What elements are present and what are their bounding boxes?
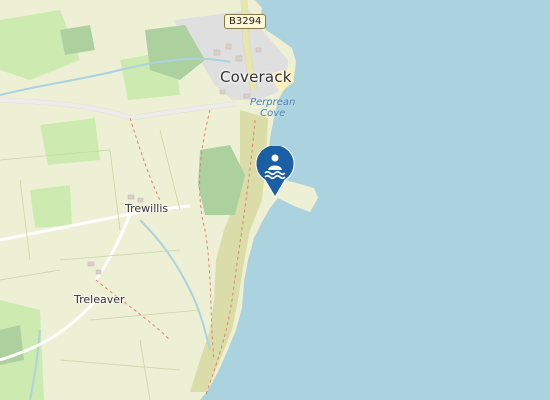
map-tiles xyxy=(0,0,550,400)
place-label-coverack: Coverack xyxy=(220,68,292,86)
bay-label-line2: Cove xyxy=(260,108,286,119)
road-ref-shield: B3294 xyxy=(224,14,267,29)
map-view[interactable]: B3294 Coverack Perprean Cove Trewillis T… xyxy=(0,0,550,400)
location-marker[interactable] xyxy=(255,144,295,198)
grass-field xyxy=(40,118,100,165)
woodland xyxy=(60,25,95,55)
grass-field xyxy=(30,185,72,228)
bay-label-line1: Perprean xyxy=(250,97,296,108)
bay-label-perprean-cove: Perprean Cove xyxy=(250,97,295,119)
place-label-trewillis: Trewillis xyxy=(125,202,169,215)
place-label-treleaver: Treleaver xyxy=(74,293,125,306)
